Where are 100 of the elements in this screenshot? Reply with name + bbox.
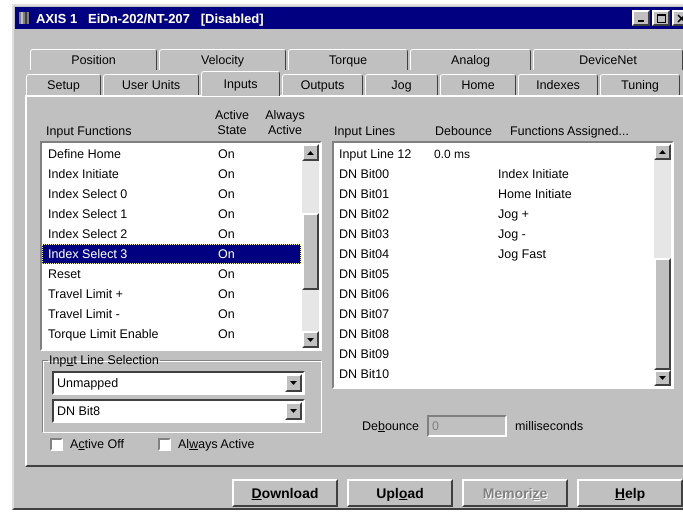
list-item[interactable]: Index Select 0 On bbox=[42, 184, 301, 204]
list-item[interactable]: DN Bit09 bbox=[334, 344, 653, 364]
input-line: DN Bit05 bbox=[339, 267, 390, 281]
list-item[interactable]: Input Line 12 0.0 ms bbox=[334, 144, 653, 164]
unit-label: milliseconds bbox=[515, 419, 584, 433]
active-state: On bbox=[218, 147, 236, 161]
input-line: DN Bit01 bbox=[339, 187, 390, 201]
tab[interactable]: Jog bbox=[365, 74, 438, 95]
scrollbar[interactable] bbox=[654, 144, 671, 386]
scroll-thumb[interactable] bbox=[654, 258, 671, 370]
column-header: Functions Assigned... bbox=[510, 124, 629, 138]
function-name: Reset bbox=[48, 267, 82, 281]
input-line: DN Bit06 bbox=[339, 287, 390, 301]
up-arrow-icon bbox=[659, 150, 666, 154]
column-header: Input Lines bbox=[333, 124, 396, 138]
active-state: On bbox=[218, 167, 236, 181]
active-state: On bbox=[218, 187, 236, 201]
dropdown[interactable]: Unmapped bbox=[52, 371, 305, 395]
column-header: Input Functions bbox=[45, 124, 132, 140]
maximize-button[interactable] bbox=[652, 10, 670, 26]
input-line: DN Bit09 bbox=[339, 347, 390, 361]
assigned-function: Index Initiate bbox=[498, 167, 569, 181]
list-item[interactable]: DN Bit00 Index Initiate bbox=[334, 164, 653, 184]
tab[interactable]: Home bbox=[440, 74, 516, 95]
list-item[interactable]: Torque Limit Enable On bbox=[42, 324, 301, 344]
down-arrow-icon bbox=[659, 376, 666, 380]
window-title: AXIS 1 EiDn-202/NT-207 [Disabled] bbox=[36, 10, 265, 26]
maximize-icon bbox=[656, 14, 666, 22]
assigned-function: Home Initiate bbox=[498, 187, 572, 201]
app-icon bbox=[18, 11, 30, 25]
close-icon bbox=[676, 14, 683, 22]
tab[interactable]: Indexes bbox=[518, 74, 598, 95]
list-item[interactable]: Index Select 3 On bbox=[42, 244, 301, 264]
list-item[interactable]: DN Bit07 bbox=[334, 304, 653, 324]
active-state: On bbox=[218, 327, 236, 341]
debounce-label: Debounce bbox=[362, 419, 419, 433]
input-line: DN Bit07 bbox=[339, 307, 390, 321]
action-button[interactable]: Upload bbox=[347, 479, 453, 507]
tab[interactable]: DeviceNet bbox=[533, 49, 683, 70]
list-item[interactable]: Travel Limit + On bbox=[42, 284, 301, 304]
checkbox-label: Always Active bbox=[178, 437, 254, 451]
group-label: Input Line Selection bbox=[48, 353, 160, 367]
list-item[interactable]: DN Bit03 Jog - bbox=[334, 224, 653, 244]
list-item[interactable]: Define Home On bbox=[42, 144, 301, 164]
assigned-function: Jog Fast bbox=[498, 247, 546, 261]
tab[interactable]: Outputs bbox=[282, 74, 363, 95]
function-name: Index Select 3 bbox=[48, 247, 128, 261]
scrollbar[interactable] bbox=[302, 144, 319, 348]
tab[interactable]: Velocity bbox=[159, 49, 286, 70]
active-state: On bbox=[218, 307, 236, 321]
action-button[interactable]: Download bbox=[232, 479, 338, 507]
checkbox[interactable]: Active Off bbox=[50, 437, 124, 451]
input-line: DN Bit00 bbox=[339, 167, 390, 181]
tab[interactable]: Torque bbox=[288, 49, 408, 70]
input-line: DN Bit04 bbox=[339, 247, 390, 261]
function-name: Travel Limit + bbox=[48, 287, 124, 301]
list-item[interactable]: DN Bit06 bbox=[334, 284, 653, 304]
tab[interactable]: Setup bbox=[26, 74, 101, 95]
minimize-button[interactable] bbox=[632, 10, 650, 26]
scroll-down-button[interactable] bbox=[654, 370, 671, 386]
checkbox[interactable]: Always Active bbox=[158, 437, 254, 451]
scroll-up-button[interactable] bbox=[302, 144, 319, 161]
scroll-thumb[interactable] bbox=[302, 213, 319, 290]
active-state: On bbox=[218, 287, 236, 301]
debounce-value: 0.0 ms bbox=[434, 147, 470, 161]
list-item[interactable]: DN Bit04 Jog Fast bbox=[334, 244, 653, 264]
list-item[interactable]: DN Bit08 bbox=[334, 324, 653, 344]
tab[interactable]: Position bbox=[30, 49, 157, 70]
checkbox-box[interactable] bbox=[50, 438, 63, 450]
function-name: Travel Limit - bbox=[48, 307, 121, 321]
tab[interactable]: Analog bbox=[410, 49, 531, 70]
list-item[interactable]: Index Initiate On bbox=[42, 164, 301, 184]
function-name: Define Home bbox=[48, 147, 122, 161]
input-line: Input Line 12 bbox=[339, 147, 412, 161]
scroll-down-button[interactable] bbox=[302, 331, 319, 348]
function-name: Index Select 1 bbox=[48, 207, 128, 221]
checkbox-box[interactable] bbox=[158, 438, 171, 450]
tab[interactable]: Tuning bbox=[600, 74, 680, 95]
tab[interactable]: Inputs bbox=[201, 71, 280, 96]
list-item[interactable]: Index Select 1 On bbox=[42, 204, 301, 224]
list-item[interactable]: DN Bit01 Home Initiate bbox=[334, 184, 653, 204]
dropdown[interactable]: DN Bit8 bbox=[52, 399, 305, 423]
function-name: Torque Limit Enable bbox=[48, 327, 160, 341]
action-button[interactable]: Help bbox=[577, 479, 683, 507]
assigned-function: Jog - bbox=[498, 227, 526, 241]
active-state: On bbox=[218, 247, 236, 261]
scroll-up-button[interactable] bbox=[654, 144, 671, 160]
list-item[interactable]: DN Bit10 bbox=[334, 364, 653, 384]
list-item[interactable]: Index Select 2 On bbox=[42, 224, 301, 244]
tab[interactable]: User Units bbox=[103, 74, 199, 95]
list-item[interactable]: Travel Limit - On bbox=[42, 304, 301, 324]
function-name: Index Select 0 bbox=[48, 187, 128, 201]
column-header: Always Active bbox=[264, 108, 306, 139]
input-line: DN Bit10 bbox=[339, 367, 390, 381]
list-item[interactable]: Reset On bbox=[42, 264, 301, 284]
list-item[interactable]: DN Bit02 Jog + bbox=[334, 204, 653, 224]
list-item[interactable]: DN Bit05 bbox=[334, 264, 653, 284]
checkbox-label: Active Off bbox=[70, 437, 124, 451]
up-arrow-icon bbox=[307, 150, 314, 154]
assigned-function: Jog + bbox=[498, 207, 529, 221]
